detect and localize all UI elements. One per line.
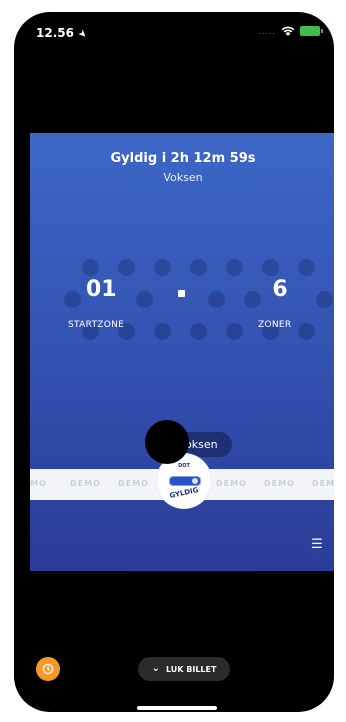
start-zone-label: STARTZONE — [68, 320, 125, 330]
close-ticket-button[interactable]: ⌄ LUK BILLET — [138, 657, 230, 681]
demo-watermark: DEMO — [30, 479, 47, 488]
demo-watermark: DEMO — [70, 479, 101, 488]
location-arrow-icon: ➤ — [75, 27, 90, 42]
demo-watermark: DEMO — [216, 479, 247, 488]
validity-countdown: Gyldig i 2h 12m 59s — [110, 151, 256, 166]
signal-dots: ..... — [258, 26, 276, 36]
zones-count-value: 6 — [272, 277, 288, 302]
demo-watermark: DEMO — [118, 479, 149, 488]
chevron-down-icon: ⌄ — [151, 663, 160, 674]
wifi-icon — [281, 26, 295, 36]
battery-icon — [300, 26, 323, 36]
phone-screen: 12.56➤ ..... Gyldig i 2h 12m 59s Voksen — [14, 12, 334, 712]
status-bar: 12.56➤ ..... — [14, 12, 334, 52]
demo-watermark: DEMO — [264, 479, 295, 488]
zones-label: ZONER — [258, 320, 292, 330]
start-zone-value: 01 — [86, 277, 117, 302]
animated-toggle-icon — [169, 476, 201, 486]
ticket-menu-button[interactable]: ☰ — [303, 531, 331, 559]
home-indicator[interactable] — [137, 706, 217, 710]
status-time: 12.56➤ — [36, 26, 90, 42]
time-text: 12.56 — [36, 26, 74, 40]
clock-icon — [42, 663, 54, 675]
demo-watermark: DEMO — [312, 479, 334, 488]
ticket-notch — [145, 420, 189, 464]
history-button[interactable] — [36, 657, 60, 681]
zone-separator — [178, 290, 185, 297]
close-ticket-label: LUK BILLET — [165, 664, 217, 674]
status-icons: ..... — [258, 25, 323, 37]
ticket-card: Gyldig i 2h 12m 59s Voksen 01 6 STARTZON… — [30, 133, 334, 571]
menu-icon: ☰ — [311, 537, 323, 552]
badge-valid-text: GYLDIG — [168, 486, 200, 500]
passenger-type: Voksen — [163, 171, 203, 184]
